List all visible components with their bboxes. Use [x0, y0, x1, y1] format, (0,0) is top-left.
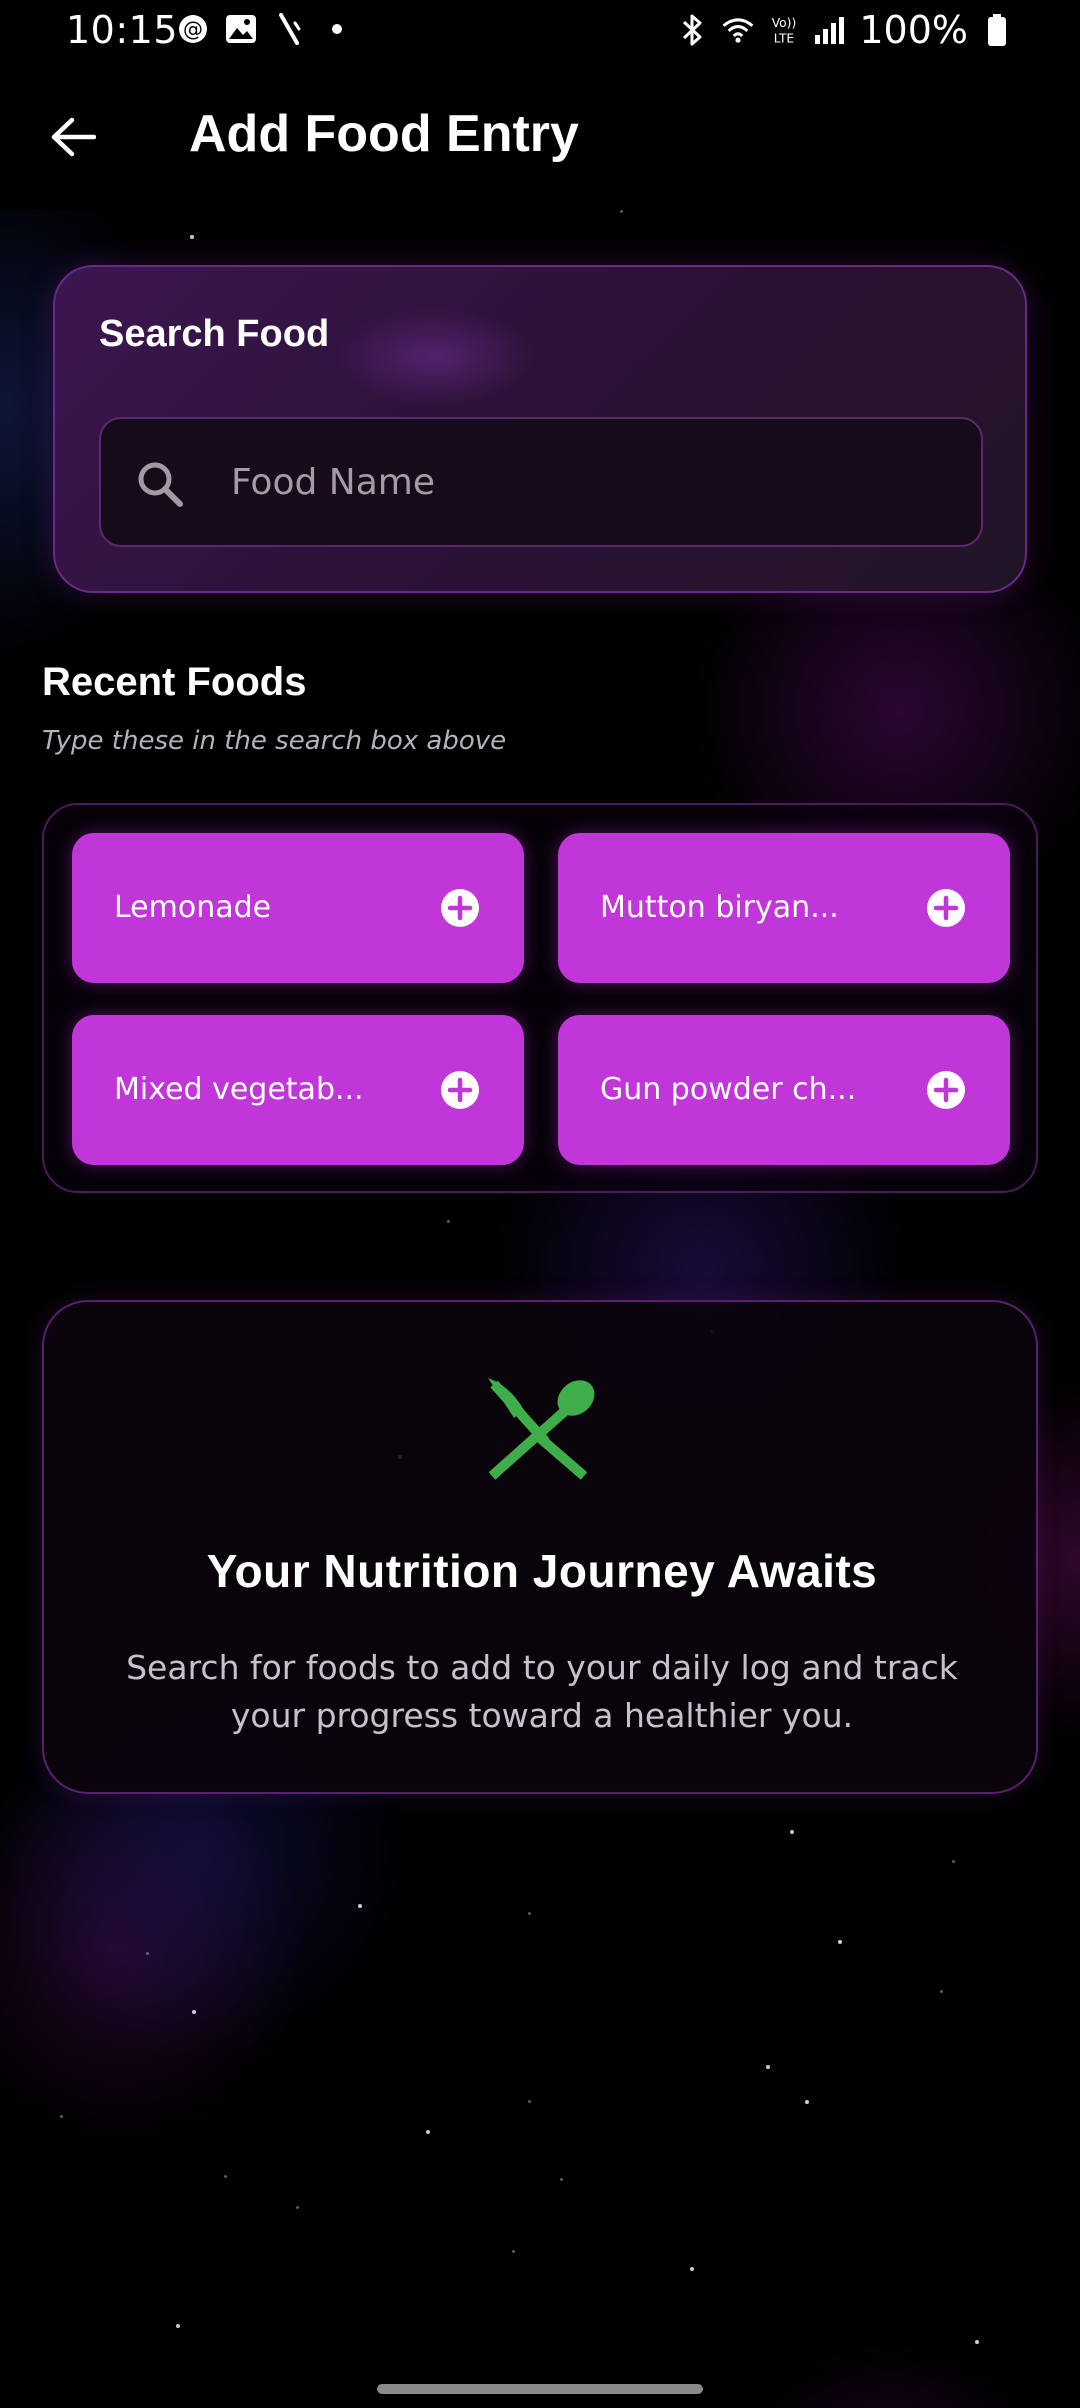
- add-circle-icon[interactable]: [926, 888, 966, 928]
- add-circle-icon[interactable]: [926, 1070, 966, 1110]
- add-circle-icon[interactable]: [440, 888, 480, 928]
- search-icon: [138, 462, 183, 507]
- back-button[interactable]: [38, 102, 108, 172]
- bluetooth-icon: [675, 13, 709, 47]
- search-card: Search Food: [53, 265, 1027, 593]
- status-bar: 10:15 @ Vo)) LTE 100%: [0, 0, 1080, 64]
- arrow-left-icon: [51, 117, 96, 157]
- empty-state-text: Search for foods to add to your daily lo…: [126, 1648, 958, 1735]
- gallery-icon: [224, 12, 258, 46]
- recent-food-label: Gun powder ch...: [600, 1072, 857, 1107]
- threads-icon: @: [176, 12, 210, 46]
- recent-food-chip[interactable]: Mutton biryan...: [558, 833, 1010, 983]
- battery-percentage: 100%: [859, 8, 968, 52]
- status-right-icons: Vo)) LTE 100%: [675, 8, 1014, 52]
- utensils-icon: [488, 1378, 595, 1480]
- status-left-icons: @: [176, 12, 354, 46]
- recent-food-chip[interactable]: Lemonade: [72, 833, 524, 983]
- recent-food-chip[interactable]: Mixed vegetab...: [72, 1015, 524, 1165]
- signal-icon: [813, 13, 847, 47]
- battery-icon: [980, 13, 1014, 47]
- recent-foods-subtitle: Type these in the search box above: [42, 726, 507, 756]
- recent-foods-grid: Lemonade Mutton biryan... Mixed vegetab.…: [42, 803, 1038, 1193]
- search-input[interactable]: [231, 419, 951, 545]
- recent-food-label: Mixed vegetab...: [114, 1072, 364, 1107]
- recent-food-label: Mutton biryan...: [600, 890, 839, 925]
- recent-food-label: Lemonade: [114, 890, 272, 925]
- add-circle-icon[interactable]: [440, 1070, 480, 1110]
- empty-state-title: Your Nutrition Journey Awaits: [206, 1545, 878, 1597]
- status-time: 10:15: [66, 8, 179, 52]
- volte-icon: Vo)) LTE: [767, 13, 801, 47]
- svg-text:@: @: [183, 17, 203, 41]
- search-title: Search Food: [99, 313, 330, 355]
- svg-text:Vo)): Vo)): [772, 16, 797, 30]
- recent-foods-title: Recent Foods: [42, 660, 307, 704]
- slash-icon: [272, 12, 306, 46]
- page-title: Add Food Entry: [189, 105, 579, 163]
- home-indicator[interactable]: [377, 2384, 703, 2394]
- svg-text:LTE: LTE: [774, 31, 794, 45]
- empty-state-card: Your Nutrition Journey Awaits Search for…: [42, 1300, 1038, 1794]
- recent-food-chip[interactable]: Gun powder ch...: [558, 1015, 1010, 1165]
- wifi-icon: [721, 13, 755, 47]
- search-field[interactable]: [99, 417, 983, 547]
- dot-icon: [320, 12, 354, 46]
- app-bar: Add Food Entry: [0, 64, 1080, 210]
